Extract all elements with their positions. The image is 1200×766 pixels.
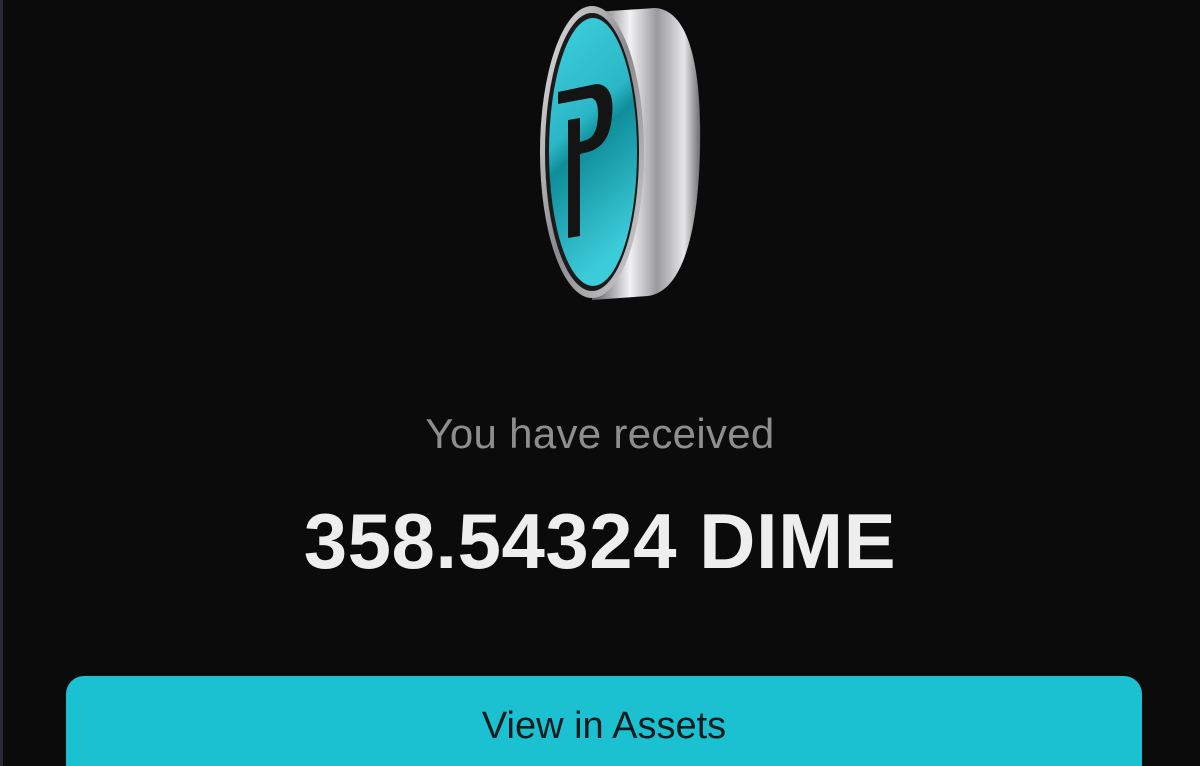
- coin-face: [549, 18, 637, 286]
- received-amount: 358.54324 DIME: [303, 497, 897, 585]
- left-edge-divider: [0, 0, 3, 766]
- coin-logo-icon: [530, 0, 720, 305]
- receive-confirmation-screen: You have received 358.54324 DIME View in…: [0, 0, 1200, 766]
- view-in-assets-button[interactable]: View in Assets: [66, 676, 1142, 766]
- view-in-assets-label: View in Assets: [481, 705, 727, 747]
- received-label: You have received: [425, 410, 775, 457]
